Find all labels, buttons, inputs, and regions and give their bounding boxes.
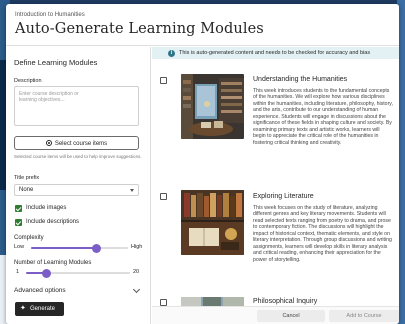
select-items-icon xyxy=(45,140,52,146)
module-title: Exploring Literature xyxy=(253,193,314,200)
complexity-slider[interactable] xyxy=(31,243,128,253)
module-checkbox[interactable] xyxy=(160,299,167,306)
chevron-down-icon xyxy=(130,189,134,192)
module-title: Understanding the Humanities xyxy=(253,76,348,83)
module-thumbnail-image xyxy=(181,190,244,255)
include-images-checkbox[interactable] xyxy=(15,205,22,212)
modal-header: Introduction to Humanities Auto-Generate… xyxy=(6,4,399,46)
select-course-items-label: Select course items xyxy=(54,141,108,147)
module-thumbnail-image xyxy=(181,74,244,139)
panel-heading: Define Learning Modules xyxy=(14,58,98,67)
complexity-low-label: Low xyxy=(14,244,25,250)
module-checkbox[interactable] xyxy=(160,77,167,84)
generate-label: Generate xyxy=(30,305,56,312)
num-modules-label: Number of Learning Modules xyxy=(14,260,92,266)
select-course-items-button[interactable]: Select course items xyxy=(14,136,139,150)
include-descriptions-checkbox[interactable] xyxy=(15,219,22,226)
num-modules-max-label: 20 xyxy=(133,269,140,275)
page-title: Auto-Generate Learning Modules xyxy=(15,21,264,37)
select-items-hint: Selected course items will be used to he… xyxy=(14,154,142,159)
add-to-course-button[interactable]: Add to Course xyxy=(329,310,399,322)
include-images-label: Include images xyxy=(26,205,67,211)
complexity-high-label: High xyxy=(131,244,143,250)
description-field[interactable]: Enter course description or learning obj… xyxy=(14,86,139,126)
module-title: Philosophical Inquiry xyxy=(253,298,318,305)
generate-button[interactable]: ✦ Generate xyxy=(15,302,64,316)
module-card: Understanding the Humanities This week i… xyxy=(152,60,399,190)
chevron-down-icon[interactable] xyxy=(132,285,141,294)
define-modules-panel: Define Learning Modules Description Ente… xyxy=(6,47,151,324)
module-card: Exploring Literature This week focuses o… xyxy=(152,190,399,295)
module-description: This week introduces students to the fun… xyxy=(253,88,393,146)
complexity-slider-handle[interactable] xyxy=(92,243,102,253)
ai-notice-text: This is auto-generated content and needs… xyxy=(179,50,371,56)
auto-generate-modal: Introduction to Humanities Auto-Generate… xyxy=(6,4,399,324)
cancel-label: Cancel xyxy=(282,313,300,319)
title-prefix-select[interactable]: None xyxy=(14,184,139,196)
title-prefix-label: Title prefix xyxy=(14,175,40,181)
modal-footer: Cancel Add to Course xyxy=(152,306,399,324)
cancel-button[interactable]: Cancel xyxy=(257,310,325,322)
module-card: Philosophical Inquiry xyxy=(152,295,399,306)
num-modules-min-label: 1 xyxy=(16,269,20,275)
description-placeholder: Enter course description or learning obj… xyxy=(19,91,79,103)
complexity-label: Complexity xyxy=(14,235,44,241)
breadcrumb[interactable]: Introduction to Humanities xyxy=(15,12,85,18)
description-label: Description xyxy=(14,78,42,84)
title-prefix-value: None xyxy=(19,187,34,193)
num-modules-slider[interactable] xyxy=(26,268,130,278)
info-icon: i xyxy=(168,49,175,57)
module-description: This week focuses on the study of litera… xyxy=(253,205,392,263)
advanced-options-toggle[interactable]: Advanced options xyxy=(14,287,66,294)
module-thumbnail-image xyxy=(181,297,244,306)
num-modules-slider-handle[interactable] xyxy=(42,268,52,278)
complexity-slider-fill xyxy=(31,247,97,249)
sparkle-icon: ✦ xyxy=(20,305,26,312)
ai-notice-banner: i This is auto-generated content and nee… xyxy=(152,47,399,59)
add-to-course-label: Add to Course xyxy=(346,313,382,319)
module-checkbox[interactable] xyxy=(160,193,167,200)
generated-modules-list: Understanding the Humanities This week i… xyxy=(152,60,399,306)
include-descriptions-label: Include descriptions xyxy=(26,219,80,225)
